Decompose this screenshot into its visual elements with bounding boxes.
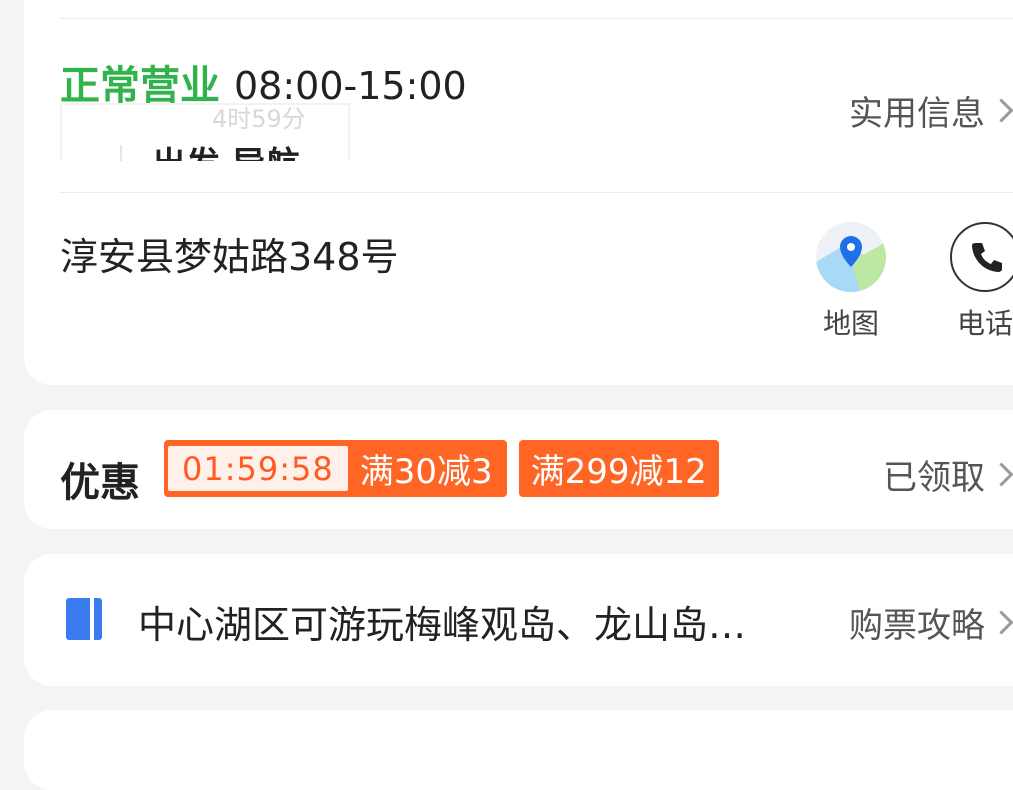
ticket-tip-card[interactable]: 中心湖区可游玩梅峰观岛、龙山岛… 购票攻略: [24, 554, 1013, 686]
book-icon: [66, 598, 102, 640]
phone-button[interactable]: 电话: [945, 222, 1013, 342]
phone-label: 电话: [956, 307, 1013, 340]
claimed-link[interactable]: 已领取: [883, 450, 1013, 499]
eta-text: 4时59分: [212, 105, 306, 133]
map-label: 地图: [822, 307, 879, 340]
coupon-tag[interactable]: 满299减12: [518, 440, 719, 497]
useful-info-link[interactable]: 实用信息: [849, 86, 1013, 135]
coupon-tags: 01:59:58 满30减3 满299减12: [164, 440, 719, 497]
chevron-right-icon: [989, 610, 1013, 635]
navigation-text: 出发 导航: [152, 137, 300, 161]
info-card: 正常营业 08:00-15:00 4时59分 出发 导航 实用信息 淳安县梦姑路…: [24, 0, 1013, 385]
useful-info-label: 实用信息: [849, 94, 985, 134]
coupon-title: 优惠: [60, 460, 140, 506]
scrolled-navigation-widget: 4时59分 出发 导航: [60, 103, 350, 161]
hours-text: 08:00-15:00: [234, 64, 467, 108]
claimed-label: 已领取: [883, 458, 985, 498]
divider: [60, 18, 1013, 19]
next-card: [24, 710, 1013, 790]
map-icon: [816, 222, 886, 292]
map-button[interactable]: 地图: [811, 222, 891, 342]
divider: [120, 145, 122, 161]
chevron-right-icon: [989, 98, 1013, 123]
ticket-guide-link[interactable]: 购票攻略: [849, 598, 1013, 647]
divider: [60, 192, 1013, 193]
coupon-card[interactable]: 优惠 01:59:58 满30减3 满299减12 已领取: [24, 410, 1013, 529]
coupon-tag-timed[interactable]: 01:59:58 满30减3: [164, 440, 507, 497]
coupon-tag-label: 满30减3: [359, 452, 493, 492]
phone-icon: [950, 222, 1013, 292]
chevron-right-icon: [989, 462, 1013, 487]
address-text: 淳安县梦姑路348号: [60, 235, 399, 279]
ticket-guide-label: 购票攻略: [849, 606, 985, 646]
tip-text: 中心湖区可游玩梅峰观岛、龙山岛…: [138, 603, 747, 647]
coupon-tag-label: 满299减12: [530, 452, 707, 492]
countdown-timer: 01:59:58: [168, 446, 348, 491]
